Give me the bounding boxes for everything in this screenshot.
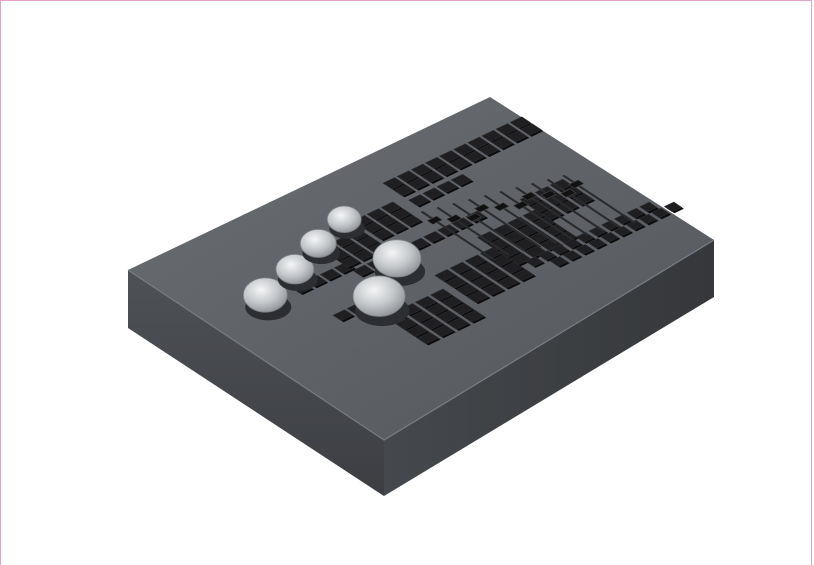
encoder-knob-3 xyxy=(299,228,337,258)
encoder-knob-4 xyxy=(326,205,362,233)
jog-wheel-knob xyxy=(352,275,406,317)
encoder-knob-5 xyxy=(372,239,422,278)
console-photo xyxy=(127,97,715,496)
